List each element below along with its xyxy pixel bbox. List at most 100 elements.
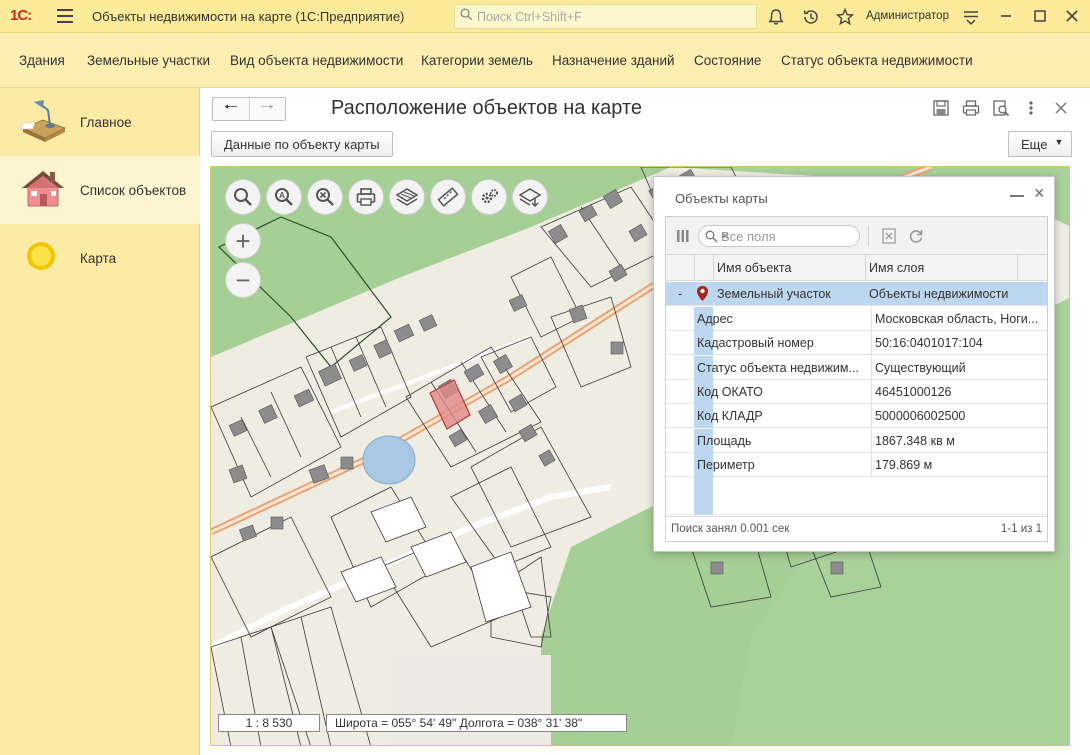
map-ruler-tool[interactable] (430, 179, 466, 215)
property-value: 50:16:0401017:104 (875, 336, 983, 351)
table-header: Имя объекта Имя слоя (666, 255, 1047, 281)
map-layers-tool[interactable] (389, 179, 425, 215)
property-name: Код ОКАТО (697, 384, 763, 399)
form-close-icon[interactable] (1052, 99, 1070, 117)
map-settings-tool[interactable] (471, 179, 507, 215)
page-title: Расположение объектов на карте (331, 97, 643, 119)
nav-object-status[interactable]: Статус объекта недвижимости (781, 53, 973, 68)
table-row-object[interactable]: - Земельный участок Объекты недвижимости (666, 282, 1047, 306)
house-icon (22, 171, 64, 207)
maximize-icon[interactable] (1030, 6, 1050, 26)
dialog-minimize-icon[interactable] (1010, 195, 1024, 197)
column-header-layer[interactable]: Имя слоя (869, 261, 924, 275)
nav-object-type[interactable]: Вид объекта недвижимости (230, 53, 403, 68)
window-title: Объекты недвижимости на карте (1С:Предпр… (92, 9, 405, 24)
map-zoom-reset-tool[interactable] (307, 179, 343, 215)
table-row[interactable]: Периметр 179.869 м (666, 452, 1047, 477)
zoom-in-button[interactable]: + (225, 223, 261, 259)
table-row[interactable]: Площадь 1867.348 кв м (666, 428, 1047, 453)
table-row[interactable]: Кадастровый номер 50:16:0401017:104 (666, 331, 1047, 356)
table-row[interactable]: Статус объекта недвижим... Существующий (666, 355, 1047, 380)
zoom-auto-icon: A (275, 188, 293, 206)
main-menu-icon[interactable] (57, 9, 73, 23)
dialog-content: Все поля × Имя объекта Имя слоя - Земель… (665, 216, 1048, 542)
map-zoom-to-fit-tool[interactable]: A (266, 179, 302, 215)
property-name: Адрес (697, 312, 733, 326)
sidebar-item-label: Карта (80, 251, 117, 266)
minimize-icon[interactable] (996, 6, 1016, 26)
back-button[interactable]: 🠐 (213, 98, 250, 120)
chevron-down-icon: ▼ (1054, 137, 1064, 147)
columns-icon[interactable] (676, 229, 690, 243)
table-row[interactable]: Адрес Московская область, Ноги... (666, 307, 1047, 331)
map-print-tool[interactable] (348, 179, 384, 215)
layer-name-cell: Объекты недвижимости (869, 287, 1009, 301)
export-excel-icon[interactable] (882, 228, 896, 244)
preview-icon[interactable] (992, 99, 1010, 117)
map-object-data-button[interactable]: Данные по объекту карты (211, 131, 393, 157)
forward-button[interactable]: 🠒 (250, 98, 286, 120)
sidebar-item-map[interactable]: Карта (0, 224, 200, 292)
favorites-star-icon[interactable] (835, 7, 855, 27)
desk-lamp-icon (20, 100, 67, 142)
refresh-icon[interactable] (908, 228, 924, 244)
save-icon[interactable] (932, 99, 950, 117)
nav-buildings[interactable]: Здания (19, 53, 65, 68)
dialog-title: Объекты карты (675, 191, 768, 206)
nav-land-plots[interactable]: Земельные участки (87, 53, 210, 68)
column-header-object[interactable]: Имя объекта (717, 261, 791, 275)
property-name: Код КЛАДР (697, 409, 763, 424)
close-icon[interactable] (1062, 6, 1082, 26)
map-coordinates: Широта = 055° 54' 49" Долгота = 038° 31'… (326, 714, 627, 732)
zoom-out-button[interactable]: − (225, 262, 261, 298)
app-logo[interactable]: 1С: (10, 7, 32, 24)
records-count: 1-1 из 1 (1000, 523, 1042, 535)
search-time: Поиск занял 0.001 сек (671, 523, 790, 535)
nav-land-categories[interactable]: Категории земель (421, 53, 533, 68)
gears-icon (481, 189, 498, 204)
property-name: Кадастровый номер (697, 336, 814, 351)
property-value: 46451000126 (875, 384, 952, 399)
property-value: Существующий (875, 360, 966, 375)
zoom-cancel-icon (316, 188, 334, 206)
dialog-toolbar: Все поля × (666, 217, 1047, 255)
map-search-tool[interactable] (225, 179, 261, 215)
bell-icon[interactable] (766, 7, 786, 27)
property-name: Статус объекта недвижим... (697, 360, 859, 375)
sections-panel: Здания Земельные участки Вид объекта нед… (0, 33, 1090, 88)
dialog-search-input[interactable]: Все поля × (698, 225, 860, 247)
settings-menu-icon[interactable] (961, 7, 981, 27)
sidebar-item-label: Список объектов (80, 183, 187, 198)
row-collapse-toggle[interactable]: - (678, 287, 682, 301)
print-icon[interactable] (962, 99, 980, 117)
current-user[interactable]: Администратор (866, 10, 949, 22)
map-objects-dialog: Объекты карты × Все поля × Имя объекта И… (653, 176, 1055, 552)
more-button[interactable]: Еще ▼ (1008, 131, 1073, 157)
table-row[interactable]: Код КЛАДР 5000006002500 (666, 404, 1047, 429)
ruler-icon (437, 187, 459, 207)
dialog-close-icon[interactable]: × (1034, 183, 1045, 204)
more-actions-icon[interactable] (1022, 99, 1040, 117)
svg-text:A: A (279, 191, 285, 200)
map-layers-download-tool[interactable] (512, 179, 548, 215)
dialog-status-bar: Поиск занял 0.001 сек 1-1 из 1 (666, 516, 1047, 541)
property-name: Площадь (697, 433, 752, 448)
map-scale: 1 : 8 530 (218, 714, 320, 732)
nav-condition[interactable]: Состояние (694, 53, 761, 68)
layers-download-icon (518, 188, 542, 208)
table-row-empty (666, 477, 1047, 516)
history-icon[interactable] (801, 7, 821, 27)
more-button-label: Еще (1021, 137, 1048, 152)
sidebar-item-object-list[interactable]: Список объектов (0, 156, 200, 224)
layers-icon (395, 188, 419, 206)
search-icon (460, 8, 473, 21)
global-search-input[interactable]: Поиск Ctrl+Shift+F (454, 4, 757, 29)
toolbar-separator (868, 225, 869, 247)
clear-search-icon[interactable]: × (721, 228, 852, 243)
sidebar-item-main[interactable]: Главное (0, 88, 200, 156)
sidebar: Главное Список объектов Карта (0, 88, 200, 755)
title-bar: 1С: Объекты недвижимости на карте (1С:Пр… (0, 0, 1090, 33)
nav-building-purpose[interactable]: Назначение зданий (552, 53, 675, 68)
table-row[interactable]: Код ОКАТО 46451000126 (666, 379, 1047, 404)
search-placeholder: Поиск Ctrl+Shift+F (477, 10, 582, 24)
